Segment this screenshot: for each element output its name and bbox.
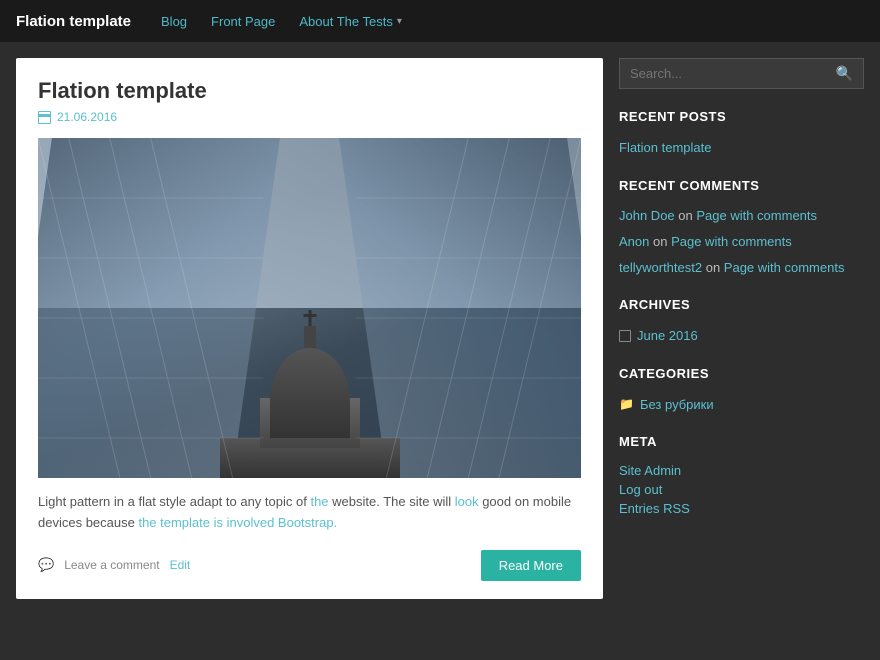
meta-link-2[interactable]: Entries RSS — [619, 501, 864, 516]
leave-comment-link[interactable]: Leave a comment — [64, 558, 159, 572]
search-button[interactable]: 🔍 — [826, 59, 863, 88]
comment-2: tellyworthtest2 on Page with comments — [619, 259, 864, 277]
meta-title: META — [619, 434, 864, 453]
category-link-0[interactable]: Без рубрики — [640, 395, 714, 415]
comment-author-2[interactable]: tellyworthtest2 — [619, 260, 702, 275]
comment-author-1[interactable]: Anon — [619, 234, 649, 249]
sidebar-archives: ARCHIVES June 2016 — [619, 297, 864, 346]
archives-title: ARCHIVES — [619, 297, 864, 316]
folder-icon: 📁 — [619, 397, 634, 411]
post-footer: 💬 Leave a comment Edit Read More — [38, 550, 581, 581]
comment-0: John Doe on Page with comments — [619, 207, 864, 225]
nav-link-about[interactable]: About The Tests ▾ — [289, 6, 412, 37]
nav-link-frontpage[interactable]: Front Page — [201, 6, 285, 37]
comment-page-0[interactable]: Page with comments — [696, 208, 817, 223]
nav-brand[interactable]: Flation template — [16, 13, 131, 30]
comment-author-0[interactable]: John Doe — [619, 208, 675, 223]
recent-posts-title: RECENT POSTS — [619, 109, 864, 128]
recent-post-0[interactable]: Flation template — [619, 138, 864, 158]
sidebar-categories: CATEGORIES 📁 Без рубрики — [619, 366, 864, 415]
navbar: Flation template Blog Front Page About T… — [0, 0, 880, 42]
post-card: Flation template 21.06.2016 — [16, 58, 603, 599]
post-meta-left: 💬 Leave a comment Edit — [38, 557, 190, 573]
read-more-button[interactable]: Read More — [481, 550, 581, 581]
recent-comments-title: RECENT COMMENTS — [619, 178, 864, 197]
categories-title: CATEGORIES — [619, 366, 864, 385]
sidebar: 🔍 RECENT POSTS Flation template RECENT C… — [619, 58, 864, 599]
meta-link-0[interactable]: Site Admin — [619, 463, 864, 478]
comment-on-1: on — [653, 234, 671, 249]
archive-calendar-icon — [619, 330, 631, 342]
main-content: Flation template 21.06.2016 — [16, 58, 603, 599]
comment-on-2: on — [706, 260, 724, 275]
category-0: 📁 Без рубрики — [619, 395, 864, 415]
archive-0: June 2016 — [619, 326, 864, 346]
post-date: 21.06.2016 — [38, 110, 581, 124]
comment-on-0: on — [678, 208, 696, 223]
comment-1: Anon on Page with comments — [619, 233, 864, 251]
search-input[interactable] — [620, 59, 826, 88]
post-title: Flation template — [38, 78, 581, 104]
sidebar-recent-posts: RECENT POSTS Flation template — [619, 109, 864, 158]
nav-link-blog[interactable]: Blog — [151, 6, 197, 37]
dropdown-arrow-icon: ▾ — [397, 16, 402, 27]
post-excerpt: Light pattern in a flat style adapt to a… — [38, 492, 581, 534]
calendar-icon — [38, 111, 51, 124]
sidebar-meta: META Site Admin Log out Entries RSS — [619, 434, 864, 516]
comment-icon: 💬 — [38, 557, 54, 573]
nav-links: Blog Front Page About The Tests ▾ — [151, 6, 412, 37]
sidebar-recent-comments: RECENT COMMENTS John Doe on Page with co… — [619, 178, 864, 278]
comment-page-2[interactable]: Page with comments — [724, 260, 845, 275]
edit-link[interactable]: Edit — [170, 558, 191, 572]
search-box: 🔍 — [619, 58, 864, 89]
comment-page-1[interactable]: Page with comments — [671, 234, 792, 249]
meta-link-1[interactable]: Log out — [619, 482, 864, 497]
post-image — [38, 138, 581, 478]
archive-link-0[interactable]: June 2016 — [637, 326, 698, 346]
